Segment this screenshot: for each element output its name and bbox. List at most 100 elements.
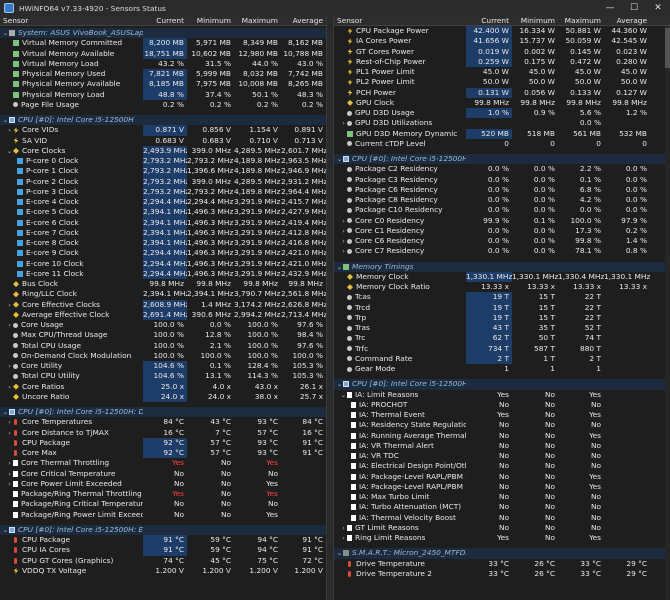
expand-icon[interactable]: › <box>6 361 13 371</box>
sensor-row[interactable]: E-core 11 Clock 2,294.4 MHz 1,496.3 MHz 3,2… <box>0 268 326 279</box>
sensor-row[interactable]: Trcd 19 T 15 T 22 T <box>334 302 670 313</box>
sensor-row[interactable]: › Core Utility 104.6 % 0.1 % 128.4 % 105.3 % <box>0 361 326 372</box>
sensor-row[interactable]: Total CPU Usage 100.0 % 2.1 % 100.0 % 97.6 % <box>0 341 326 351</box>
expand-icon[interactable]: › <box>6 125 13 135</box>
sensor-row[interactable]: Package C6 Residency 0.0 % 0.0 % 6.8 % 0.0 % <box>334 185 670 195</box>
sensor-row[interactable]: ⌄ IA: Limit Reasons Yes No Yes <box>334 390 670 400</box>
sensor-row[interactable]: Package/Ring Thermal Throttling Yes No Yes <box>0 489 326 499</box>
sensor-row[interactable]: IA: Residency State Regulation No No No <box>334 420 670 430</box>
sensor-row[interactable]: Rest-of-Chip Power 0.259 W 0.175 W 0.472 W 0… <box>334 56 670 67</box>
collapse-icon[interactable]: ⌄ <box>336 262 343 272</box>
sensor-row[interactable]: Package/Ring Critical Temperature No No No <box>0 499 326 509</box>
sensor-row[interactable]: Virtual Memory Committed 8,200 MB 5,971 MB… <box>0 38 326 49</box>
column-header-current[interactable]: Current <box>466 16 512 25</box>
collapse-icon[interactable]: ⌄ <box>336 548 343 558</box>
sensor-row[interactable]: Drive Temperature 33 °C 26 °C 33 °C 29 °C <box>334 559 670 569</box>
sensor-row[interactable]: P-core 0 Clock 2,793.2 MHz 2,793.2 MHz 4,18… <box>0 156 326 167</box>
sensor-row[interactable]: Command Rate 2 T 1 T 2 T <box>334 353 670 364</box>
sensor-row[interactable]: › Core C1 Residency 0.0 % 0.0 % 17.3 % 0.2 % <box>334 226 670 236</box>
sensor-row[interactable]: › Core Usage 100.0 % 0.0 % 100.0 % 97.6 % <box>0 320 326 330</box>
sensor-row[interactable]: Trfc 734 T 587 T 880 T <box>334 343 670 354</box>
sensor-row[interactable]: › Core Thermal Throttling Yes No Yes <box>0 458 326 468</box>
sensor-row[interactable]: IA: Electrical Design Point/Other ... No N… <box>334 461 670 471</box>
sensor-row[interactable]: PL2 Power Limit 50.0 W 50.0 W 50.0 W 50.0 W <box>334 77 670 87</box>
column-header-current[interactable]: Current <box>143 16 187 25</box>
sensor-row[interactable]: GPU D3D Memory Dynamic 520 MB 518 MB 561 MB… <box>334 128 670 139</box>
sensor-row[interactable]: IA: Turbo Attenuation (MCT) No No No <box>334 502 670 512</box>
expand-icon[interactable]: › <box>6 469 13 479</box>
sensor-row[interactable]: Average Effective Clock 2,691.4 MHz 390.6 … <box>0 309 326 320</box>
collapse-icon[interactable]: ⌄ <box>2 28 9 38</box>
expand-icon[interactable]: › <box>6 320 13 330</box>
sensor-row[interactable]: PL1 Power Limit 45.0 W 45.0 W 45.0 W 45.0 W <box>334 67 670 77</box>
collapse-icon[interactable]: ⌄ <box>6 146 13 156</box>
sensor-row[interactable]: CPU IA Cores 91 °C 59 °C 94 °C 91 °C <box>0 545 326 556</box>
sensor-row[interactable]: › Core VIDs 0.871 V 0.856 V 1.154 V 0.891 V <box>0 125 326 136</box>
sensor-row[interactable]: › Core Effective Clocks 2,608.9 MHz 1.4 MHz… <box>0 299 326 310</box>
sensor-row[interactable]: Virtual Memory Load 43.2 % 31.5 % 44.0 % 43.… <box>0 59 326 69</box>
sensor-group-header[interactable]: ⌄ System: ASUS VivoBook_ASUSLapto... <box>0 28 326 39</box>
sensor-row[interactable]: Max CPU/Thread Usage 100.0 % 12.8 % 100.0 %… <box>0 330 326 340</box>
sensor-row[interactable]: Package C8 Residency 0.0 % 0.0 % 4.2 % 0.0 % <box>334 195 670 205</box>
sensor-row[interactable]: › Core Temperatures 84 °C 43 °C 93 °C 84 °C <box>0 417 326 427</box>
close-button[interactable]: ✕ <box>646 0 670 16</box>
expand-icon[interactable]: › <box>340 236 347 246</box>
sensor-row[interactable]: VDDQ TX Voltage 1.200 V 1.200 V 1.200 V 1.20… <box>0 566 326 576</box>
sensor-group-header[interactable]: ⌄ Memory Timings <box>334 261 670 272</box>
sensor-row[interactable]: › Core Distance to TjMAX 16 °C 7 °C 57 °C 16 … <box>0 428 326 438</box>
expand-icon[interactable]: › <box>340 533 347 543</box>
maximize-button[interactable]: ☐ <box>622 0 646 16</box>
sensor-row[interactable]: IA: Thermal Event Yes No Yes <box>334 410 670 420</box>
sensor-row[interactable]: Uncore Ratio 24.0 x 24.0 x 38.0 x 25.7 x <box>0 391 326 402</box>
expand-icon[interactable]: › <box>6 458 13 468</box>
collapse-icon[interactable]: ⌄ <box>336 379 343 389</box>
sensor-row[interactable]: Physical Memory Available 8,185 MB 7,975 M… <box>0 79 326 90</box>
sensor-row[interactable]: CPU Package Power 42.400 W 16.334 W 50.881 … <box>334 26 670 37</box>
sensor-row[interactable]: Page File Usage 0.2 % 0.2 % 0.2 % 0.2 % <box>0 100 326 110</box>
sensor-row[interactable]: CPU GT Cores (Graphics) 74 °C 45 °C 75 °C 72… <box>0 556 326 566</box>
sensor-row[interactable]: Package C2 Residency 0.0 % 0.0 % 2.2 % 0.0 % <box>334 164 670 174</box>
sensor-row[interactable]: IA: Running Average Thermal Li... No No Yes <box>334 431 670 441</box>
sensor-row[interactable]: ⌄ Core Clocks 2,493.9 MHz 399.0 MHz 4,289.5 … <box>0 145 326 156</box>
sensor-row[interactable]: P-core 3 Clock 2,793.2 MHz 2,793.2 MHz 4,18… <box>0 186 326 197</box>
expand-icon[interactable]: › <box>340 118 347 128</box>
sensor-row[interactable]: Ring/LLC Clock 2,394.1 MHz 2,394.1 MHz 3,79… <box>0 289 326 299</box>
sensor-group-header[interactable]: ⌄ S.M.A.R.T.: Micron_2450_MTFDKBA... <box>334 548 670 559</box>
sensor-row[interactable]: IA: PROCHOT No No No <box>334 400 670 410</box>
left-sensor-panel[interactable]: Sensor Current Minimum Maximum Average ⌄ Syst… <box>0 16 326 600</box>
collapse-icon[interactable]: ⌄ <box>340 390 347 400</box>
sensor-row[interactable]: P-core 1 Clock 2,793.2 MHz 1,396.6 MHz 4,18… <box>0 166 326 177</box>
expand-icon[interactable]: › <box>340 216 347 226</box>
sensor-row[interactable]: PCH Power 0.131 W 0.056 W 0.133 W 0.127 W <box>334 87 670 98</box>
sensor-row[interactable]: › Core Critical Temperature No No No <box>0 469 326 479</box>
sensor-group-header[interactable]: ⌄ CPU [#0]: Intel Core i5-12500H: En... <box>0 524 326 535</box>
sensor-row[interactable]: On-Demand Clock Modulation 100.0 % 100.0 %… <box>0 351 326 361</box>
sensor-row[interactable]: Physical Memory Load 48.8 % 37.4 % 50.1 % 48… <box>0 89 326 100</box>
sensor-row[interactable]: E-core 5 Clock 2,394.1 MHz 1,496.3 MHz 3,29… <box>0 207 326 218</box>
vertical-scrollbar[interactable] <box>665 26 670 600</box>
sensor-group-header[interactable]: ⌄ CPU [#0]: Intel Core i5-12500H: DTS <box>0 407 326 418</box>
sensor-row[interactable]: › Core C6 Residency 0.0 % 0.0 % 99.8 % 1.4 % <box>334 236 670 246</box>
sensor-row[interactable]: › GPU D3D Utilizations 0.0 % <box>334 118 670 128</box>
sensor-row[interactable]: IA: Package-Level RAPL/PBM PL1 No No Yes <box>334 472 670 482</box>
sensor-row[interactable]: E-core 6 Clock 2,394.1 MHz 1,496.3 MHz 3,29… <box>0 217 326 228</box>
column-header-sensor[interactable]: Sensor <box>0 16 143 25</box>
sensor-row[interactable]: › Core Power Limit Exceeded No No Yes <box>0 479 326 489</box>
sensor-row[interactable]: E-core 4 Clock 2,294.4 MHz 2,294.4 MHz 3,29… <box>0 197 326 208</box>
sensor-row[interactable]: IA: Max Turbo Limit No No No <box>334 492 670 502</box>
sensor-row[interactable]: IA: Thermal Velocity Boost No No No <box>334 513 670 523</box>
sensor-row[interactable]: Core Max 92 °C 57 °C 93 °C 91 °C <box>0 448 326 459</box>
sensor-row[interactable]: Package C10 Residency 0.0 % 0.0 % 0.0 % 0.0 … <box>334 205 670 215</box>
sensor-row[interactable]: Bus Clock 99.8 MHz 99.8 MHz 99.8 MHz 99.8 MH… <box>0 279 326 289</box>
sensor-row[interactable]: Memory Clock Ratio 13.33 x 13.33 x 13.33 x 1… <box>334 282 670 292</box>
sensor-row[interactable]: › Core Ratios 25.0 x 4.0 x 43.0 x 26.1 x <box>0 381 326 392</box>
right-sensor-panel[interactable]: Sensor Current Minimum Maximum Average CPU P… <box>334 16 670 600</box>
sensor-row[interactable]: E-core 8 Clock 2,394.1 MHz 1,496.3 MHz 3,29… <box>0 238 326 249</box>
expand-icon[interactable]: › <box>340 523 347 533</box>
sensor-row[interactable]: Package C3 Residency 0.0 % 0.0 % 0.1 % 0.0 % <box>334 175 670 185</box>
collapse-icon[interactable]: ⌄ <box>336 154 343 164</box>
sensor-row[interactable]: Drive Temperature 2 33 °C 26 °C 33 °C 29 °C <box>334 569 670 579</box>
column-header-average[interactable]: Average <box>281 16 326 25</box>
column-header-minimum[interactable]: Minimum <box>512 16 558 25</box>
panel-splitter[interactable] <box>326 16 334 600</box>
